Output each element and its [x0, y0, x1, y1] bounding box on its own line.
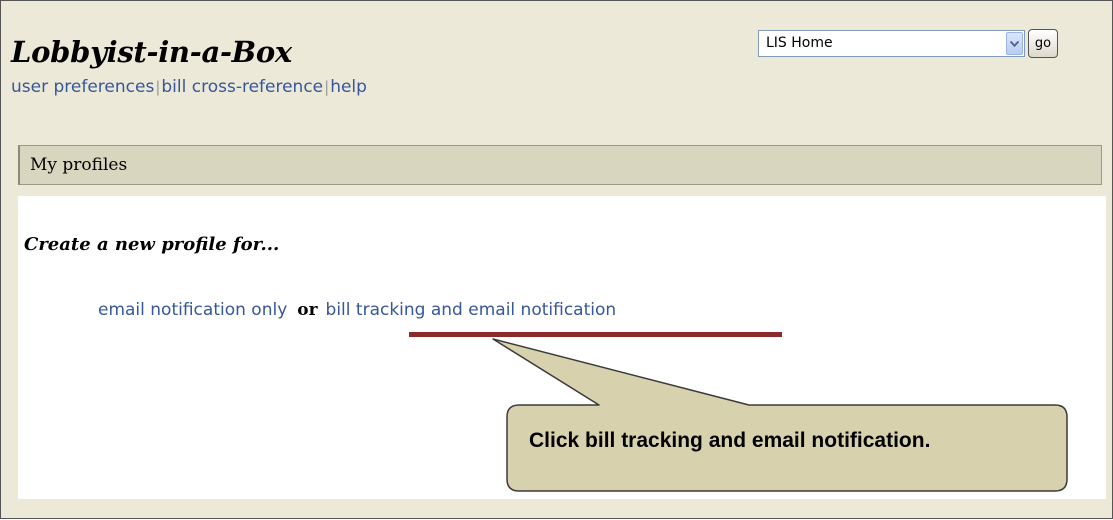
page-frame: Lobbyist-in-a-Box user preferences|bill … — [0, 0, 1113, 519]
callout-text: Click bill tracking and email notificati… — [529, 429, 931, 452]
